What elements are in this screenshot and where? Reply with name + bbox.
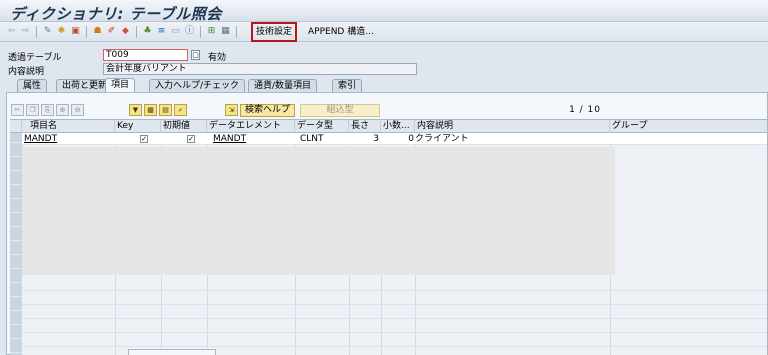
row-selector[interactable] (10, 273, 22, 283)
col-initial-value[interactable]: 初期値 (161, 120, 207, 133)
display-change-icon[interactable]: ✎ (42, 26, 53, 37)
toolbar-separator (36, 26, 37, 38)
tab-input-help-check[interactable]: 入力ヘルプ/チェック (149, 79, 246, 92)
col-group[interactable]: グループ (610, 120, 767, 133)
application-toolbar: ⇦ ⇨ ✎ ✱ ▣ ☗ ✐ ◆ ♣ ≡ ▭ ⓘ ⊞ ▦ 技術設定 APPEND … (0, 22, 768, 42)
toolbar-separator (136, 26, 137, 38)
append-structure-button[interactable]: APPEND 構造... (305, 24, 377, 40)
length-cell[interactable]: 3 (349, 133, 381, 145)
tab-indexes[interactable]: 索引 (332, 79, 363, 92)
grid-toolbar: ✂ ❐ ⎘ ⊕ ⊖ ▼ ▦ ▤ ⌕ ⇲ 検索ヘルプ 組込型 1 / 10 (7, 93, 767, 118)
insert-row-icon[interactable]: ⊕ (56, 104, 69, 116)
table-header-form: 透過テーブル T009 ▢ 有効 内容説明 会計年度バリアント (0, 42, 768, 78)
initial-value-checkbox[interactable]: ✓ (187, 135, 195, 143)
select-all-cell[interactable] (10, 120, 22, 133)
row-selector[interactable] (10, 175, 22, 185)
tab-fields[interactable]: 項目 (105, 78, 136, 92)
toolbar-separator (200, 26, 201, 38)
field-name-cell[interactable]: MANDT (22, 133, 115, 145)
bottom-scroll-tab[interactable] (128, 349, 216, 355)
row-selector[interactable] (10, 231, 22, 241)
filter-icon[interactable]: ▼ (129, 104, 142, 116)
search-icon[interactable]: ⌕ (174, 104, 187, 116)
col-description[interactable]: 内容説明 (415, 120, 610, 133)
table-header: 項目名 Key 初期値 データエレメント データ型 長さ 小数... 内容説明 … (10, 120, 767, 133)
content-icon[interactable]: ▦ (220, 26, 231, 37)
back-icon[interactable]: ⇦ (6, 26, 17, 37)
table-label: 透過テーブル (8, 53, 62, 63)
deselect-all-icon[interactable]: ▤ (159, 104, 172, 116)
row-selector[interactable] (10, 287, 22, 297)
row-selector[interactable] (10, 133, 22, 143)
info-icon[interactable]: ⓘ (184, 26, 195, 37)
technical-settings-button[interactable]: 技術設定 (251, 22, 298, 42)
col-length[interactable]: 長さ (349, 120, 381, 133)
description-cell[interactable]: クライアント (415, 133, 610, 145)
window-icon[interactable]: ▭ (170, 26, 181, 37)
row-selector[interactable] (10, 301, 22, 311)
row-selector[interactable] (10, 203, 22, 213)
row-selector[interactable] (10, 329, 22, 339)
row-selector[interactable] (10, 161, 22, 171)
row-divider (22, 346, 767, 347)
hierarchy-icon[interactable]: ♣ (142, 26, 153, 37)
tab-currency-quantity[interactable]: 通貨/数量項目 (248, 79, 318, 92)
row-selector[interactable] (10, 245, 22, 255)
where-used-icon[interactable]: ✐ (106, 26, 117, 37)
data-element-cell[interactable]: MANDT (211, 133, 299, 145)
col-data-element[interactable]: データエレメント (207, 120, 295, 133)
row-selector[interactable] (10, 343, 22, 353)
col-decimals[interactable]: 小数... (381, 120, 415, 133)
object-status-icon: ▢ (191, 50, 200, 60)
paste-icon[interactable]: ⎘ (41, 104, 54, 116)
key-checkbox[interactable]: ✓ (140, 135, 148, 143)
window-title: ディクショナリ: テーブル照会 (10, 5, 222, 23)
row-selector-column (10, 133, 22, 355)
built-in-type-button[interactable]: 組込型 (300, 104, 380, 117)
row-selector[interactable] (10, 189, 22, 199)
toolbar-separator (86, 26, 87, 38)
description-label: 内容説明 (8, 67, 45, 77)
cut-icon[interactable]: ✂ (11, 104, 24, 116)
object-list-icon[interactable]: ◆ (120, 26, 131, 37)
copy-icon[interactable]: ❐ (26, 104, 39, 116)
check-icon[interactable]: ▣ (70, 26, 81, 37)
active-status: 有効 (208, 53, 227, 63)
forward-icon[interactable]: ⇨ (20, 26, 31, 37)
search-help-button[interactable]: 検索ヘルプ (240, 104, 296, 117)
other-object-icon[interactable]: ✱ (56, 26, 67, 37)
toolbar-separator (236, 26, 237, 38)
col-data-type[interactable]: データ型 (295, 120, 349, 133)
delete-row-icon[interactable]: ⊖ (71, 104, 84, 116)
fields-panel: ✂ ❐ ⎘ ⊕ ⊖ ▼ ▦ ▤ ⌕ ⇲ 検索ヘルプ 組込型 1 / 10 項目名… (6, 92, 768, 355)
row-divider (22, 290, 767, 291)
description-field[interactable]: 会計年度バリアント (103, 63, 417, 75)
row-selector[interactable] (10, 259, 22, 269)
graphic-icon[interactable]: ⊞ (206, 26, 217, 37)
row-divider (22, 304, 767, 305)
title-bar: ディクショナリ: テーブル照会 (0, 0, 768, 23)
col-key[interactable]: Key (115, 120, 161, 133)
table-row[interactable]: MANDT ✓ ✓ MANDT CLNT 3 0 クライアント (22, 133, 767, 145)
data-type-cell[interactable]: CLNT (298, 133, 352, 145)
tab-attributes[interactable]: 属性 (17, 79, 48, 92)
group-cell[interactable] (610, 133, 767, 145)
page-indicator: 1 / 10 (569, 105, 601, 115)
row-divider (22, 332, 767, 333)
row-selector[interactable] (10, 315, 22, 325)
decimals-cell[interactable]: 0 (381, 133, 415, 145)
row-selector[interactable] (10, 147, 22, 157)
stack-icon[interactable]: ≡ (156, 26, 167, 37)
row-selector[interactable] (10, 217, 22, 227)
empty-grid-area (22, 147, 615, 275)
activate-icon[interactable]: ☗ (92, 26, 103, 37)
select-all-icon[interactable]: ▦ (144, 104, 157, 116)
fields-table: 項目名 Key 初期値 データエレメント データ型 長さ 小数... 内容説明 … (10, 119, 767, 355)
tab-strip: 属性 出荷と更新 項目 入力ヘルプ/チェック 通貨/数量項目 索引 (0, 78, 768, 92)
table-name-field[interactable]: T009 (103, 49, 188, 61)
search-help-icon[interactable]: ⇲ (225, 104, 238, 116)
col-field-name[interactable]: 項目名 (22, 120, 115, 133)
row-divider (22, 318, 767, 319)
